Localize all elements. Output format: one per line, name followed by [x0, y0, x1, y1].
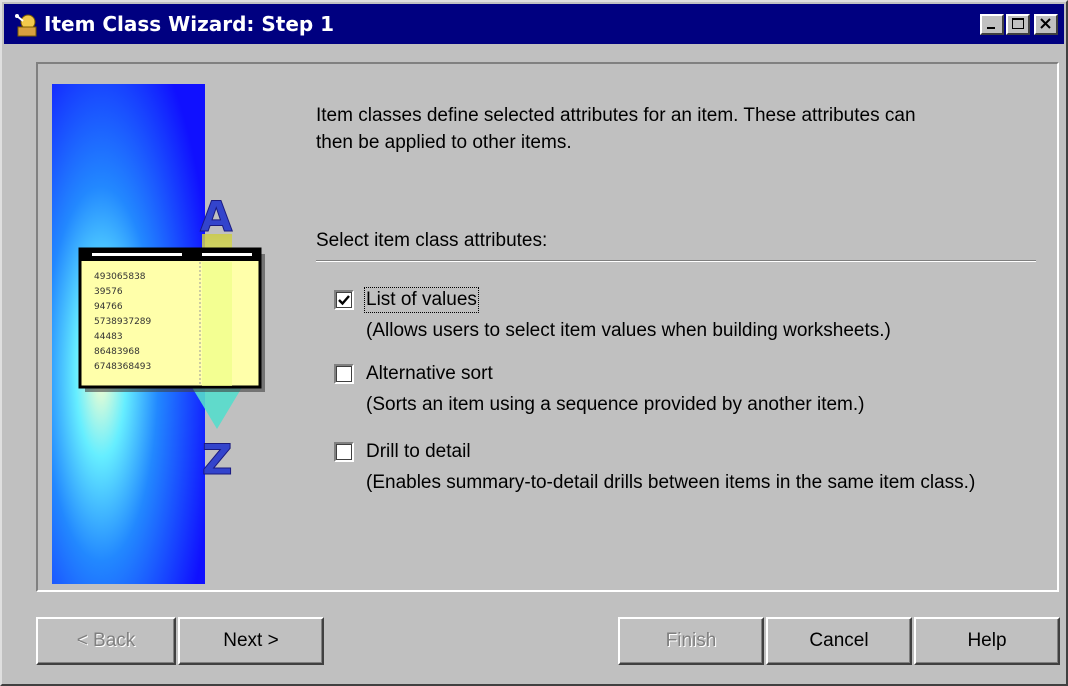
finish-button[interactable]: Finish [618, 617, 764, 665]
list-value: 493065838 [94, 272, 146, 282]
drill-to-detail-label[interactable]: Drill to detail [366, 441, 471, 463]
attributes-section-label: Select item class attributes: [316, 230, 548, 251]
drill-to-detail-description: (Enables summary-to-detail drills betwee… [366, 472, 976, 493]
wizard-description: Item classes define selected attributes … [316, 102, 1016, 156]
next-button[interactable]: Next > [178, 617, 324, 665]
list-value: 44483 [94, 332, 123, 342]
wizard-icon [15, 14, 37, 37]
title-bar[interactable]: Item Class Wizard: Step 1 [4, 4, 1064, 44]
close-button[interactable] [1034, 14, 1058, 35]
wizard-dialog: Item Class Wizard: Step 1 493065838 3957… [0, 0, 1068, 686]
description-line-1: Item classes define selected attributes … [316, 105, 916, 126]
alternative-sort-description: (Sorts an item using a sequence provided… [366, 394, 865, 415]
maximize-icon [1012, 18, 1024, 29]
window-title: Item Class Wizard: Step 1 [44, 12, 335, 36]
cancel-button[interactable]: Cancel [766, 617, 912, 665]
list-value: 6748368493 [94, 362, 151, 372]
letter-a: A [200, 192, 233, 241]
help-button[interactable]: Help [914, 617, 1060, 665]
description-line-2: then be applied to other items. [316, 132, 572, 153]
alternative-sort-label[interactable]: Alternative sort [366, 363, 493, 385]
list-of-values-checkbox[interactable] [334, 290, 354, 310]
list-value: 86483968 [94, 347, 140, 357]
close-icon [1040, 18, 1051, 29]
list-value: 5738937289 [94, 317, 152, 327]
az-sort-illustration: 493065838 39576 94766 5738937289 44483 8… [52, 84, 265, 584]
maximize-button[interactable] [1006, 14, 1030, 35]
list-value: 39576 [94, 287, 123, 297]
minimize-icon [987, 27, 995, 29]
checkmark-icon [338, 295, 350, 306]
alternative-sort-checkbox[interactable] [334, 364, 354, 384]
section-divider [316, 260, 1036, 262]
minimize-button[interactable] [980, 14, 1004, 35]
list-of-values-description: (Allows users to select item values when… [366, 320, 891, 341]
content-panel: 493065838 39576 94766 5738937289 44483 8… [36, 62, 1059, 592]
list-value: 94766 [94, 302, 123, 312]
list-of-values-label[interactable]: List of values [364, 287, 479, 313]
back-button[interactable]: < Back [36, 617, 176, 665]
letter-z: Z [202, 435, 232, 484]
drill-to-detail-checkbox[interactable] [334, 442, 354, 462]
